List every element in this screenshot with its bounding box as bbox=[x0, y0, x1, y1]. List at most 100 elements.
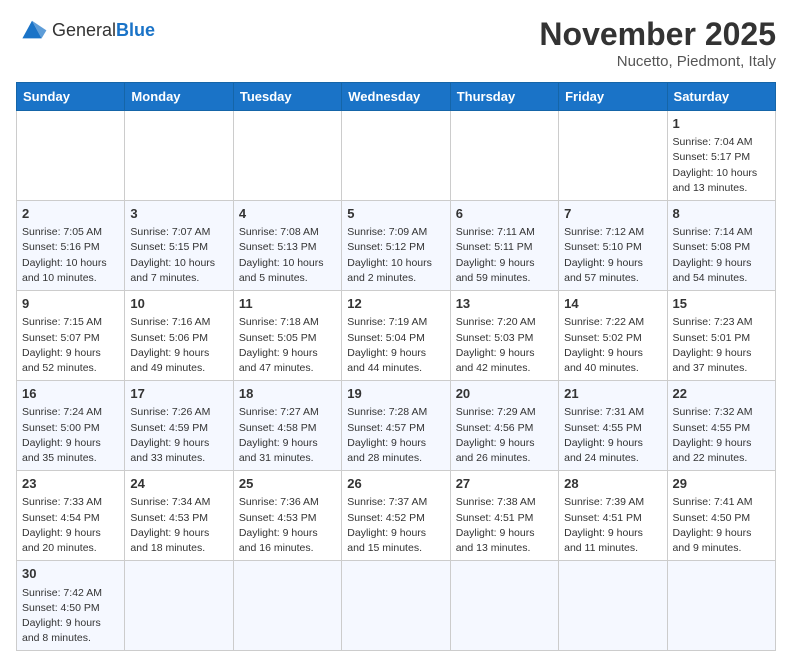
day-info: Sunrise: 7:09 AMSunset: 5:12 PMDaylight:… bbox=[347, 225, 444, 286]
day-info: Sunrise: 7:05 AMSunset: 5:16 PMDaylight:… bbox=[22, 225, 119, 286]
calendar-cell bbox=[17, 111, 125, 201]
day-number: 9 bbox=[22, 295, 119, 313]
weekday-header-wednesday: Wednesday bbox=[342, 83, 450, 111]
calendar-cell: 24Sunrise: 7:34 AMSunset: 4:53 PMDayligh… bbox=[125, 471, 233, 561]
day-number: 28 bbox=[564, 475, 661, 493]
weekday-header-monday: Monday bbox=[125, 83, 233, 111]
calendar-cell: 21 Sunrise: 7:31 AMSunset: 4:55 PMDayligh… bbox=[559, 381, 667, 471]
day-info: Sunrise: 7:27 AMSunset: 4:58 PMDaylight:… bbox=[239, 405, 336, 466]
calendar-cell bbox=[559, 111, 667, 201]
month-title: November 2025 bbox=[539, 16, 776, 53]
day-number: 21 bbox=[564, 385, 661, 403]
weekday-header-sunday: Sunday bbox=[17, 83, 125, 111]
calendar-cell: 7 Sunrise: 7:12 AMSunset: 5:10 PMDaylight… bbox=[559, 201, 667, 291]
day-info: Sunrise: 7:26 AMSunset: 4:59 PMDaylight:… bbox=[130, 405, 227, 466]
day-info: Sunrise: 7:04 AMSunset: 5:17 PMDaylight:… bbox=[673, 135, 770, 196]
day-number: 26 bbox=[347, 475, 444, 493]
calendar-cell: 11Sunrise: 7:18 AMSunset: 5:05 PMDayligh… bbox=[233, 291, 341, 381]
calendar-cell: 27 Sunrise: 7:38 AMSunset: 4:51 PMDayligh… bbox=[450, 471, 558, 561]
calendar-cell: 9 Sunrise: 7:15 AMSunset: 5:07 PMDaylight… bbox=[17, 291, 125, 381]
day-info: Sunrise: 7:14 AMSunset: 5:08 PMDaylight:… bbox=[673, 225, 770, 286]
week-row-2: 9 Sunrise: 7:15 AMSunset: 5:07 PMDaylight… bbox=[17, 291, 776, 381]
day-number: 25 bbox=[239, 475, 336, 493]
day-info: Sunrise: 7:12 AMSunset: 5:10 PMDaylight:… bbox=[564, 225, 661, 286]
weekday-header-friday: Friday bbox=[559, 83, 667, 111]
calendar-cell: 8 Sunrise: 7:14 AMSunset: 5:08 PMDaylight… bbox=[667, 201, 775, 291]
weekday-header-row: SundayMondayTuesdayWednesdayThursdayFrid… bbox=[17, 83, 776, 111]
calendar-cell: 26 Sunrise: 7:37 AMSunset: 4:52 PMDayligh… bbox=[342, 471, 450, 561]
title-block: November 2025 Nucetto, Piedmont, Italy bbox=[539, 16, 776, 70]
calendar-cell bbox=[342, 111, 450, 201]
week-row-0: 1 Sunrise: 7:04 AMSunset: 5:17 PMDaylight… bbox=[17, 111, 776, 201]
calendar-cell: 20Sunrise: 7:29 AMSunset: 4:56 PMDayligh… bbox=[450, 381, 558, 471]
day-number: 18 bbox=[239, 385, 336, 403]
day-info: Sunrise: 7:37 AMSunset: 4:52 PMDaylight:… bbox=[347, 495, 444, 556]
calendar-cell bbox=[667, 561, 775, 651]
day-number: 7 bbox=[564, 205, 661, 223]
day-number: 3 bbox=[130, 205, 227, 223]
logo-text: GeneralBlue bbox=[52, 20, 155, 41]
calendar-cell: 13Sunrise: 7:20 AMSunset: 5:03 PMDayligh… bbox=[450, 291, 558, 381]
calendar-cell: 6 Sunrise: 7:11 AMSunset: 5:11 PMDaylight… bbox=[450, 201, 558, 291]
week-row-1: 2 Sunrise: 7:05 AMSunset: 5:16 PMDaylight… bbox=[17, 201, 776, 291]
day-info: Sunrise: 7:16 AMSunset: 5:06 PMDaylight:… bbox=[130, 315, 227, 376]
day-number: 16 bbox=[22, 385, 119, 403]
day-number: 15 bbox=[673, 295, 770, 313]
calendar-cell: 25Sunrise: 7:36 AMSunset: 4:53 PMDayligh… bbox=[233, 471, 341, 561]
day-info: Sunrise: 7:24 AMSunset: 5:00 PMDaylight:… bbox=[22, 405, 119, 466]
day-number: 24 bbox=[130, 475, 227, 493]
calendar-cell bbox=[233, 561, 341, 651]
day-info: Sunrise: 7:08 AMSunset: 5:13 PMDaylight:… bbox=[239, 225, 336, 286]
day-number: 19 bbox=[347, 385, 444, 403]
day-number: 30 bbox=[22, 565, 119, 583]
calendar-cell: 10 Sunrise: 7:16 AMSunset: 5:06 PMDayligh… bbox=[125, 291, 233, 381]
day-info: Sunrise: 7:39 AMSunset: 4:51 PMDaylight:… bbox=[564, 495, 661, 556]
calendar-table: SundayMondayTuesdayWednesdayThursdayFrid… bbox=[16, 82, 776, 651]
day-info: Sunrise: 7:38 AMSunset: 4:51 PMDaylight:… bbox=[456, 495, 553, 556]
calendar-cell: 15 Sunrise: 7:23 AMSunset: 5:01 PMDayligh… bbox=[667, 291, 775, 381]
week-row-3: 16 Sunrise: 7:24 AMSunset: 5:00 PMDayligh… bbox=[17, 381, 776, 471]
calendar-cell bbox=[342, 561, 450, 651]
day-number: 22 bbox=[673, 385, 770, 403]
day-info: Sunrise: 7:19 AMSunset: 5:04 PMDaylight:… bbox=[347, 315, 444, 376]
calendar-cell: 18 Sunrise: 7:27 AMSunset: 4:58 PMDayligh… bbox=[233, 381, 341, 471]
day-number: 5 bbox=[347, 205, 444, 223]
calendar-cell: 12 Sunrise: 7:19 AMSunset: 5:04 PMDayligh… bbox=[342, 291, 450, 381]
day-number: 12 bbox=[347, 295, 444, 313]
day-number: 1 bbox=[673, 115, 770, 133]
day-number: 27 bbox=[456, 475, 553, 493]
day-number: 4 bbox=[239, 205, 336, 223]
day-info: Sunrise: 7:28 AMSunset: 4:57 PMDaylight:… bbox=[347, 405, 444, 466]
day-number: 8 bbox=[673, 205, 770, 223]
calendar-cell: 16 Sunrise: 7:24 AMSunset: 5:00 PMDayligh… bbox=[17, 381, 125, 471]
day-number: 23 bbox=[22, 475, 119, 493]
day-info: Sunrise: 7:29 AMSunset: 4:56 PMDaylight:… bbox=[456, 405, 553, 466]
day-number: 17 bbox=[130, 385, 227, 403]
day-info: Sunrise: 7:23 AMSunset: 5:01 PMDaylight:… bbox=[673, 315, 770, 376]
calendar-cell bbox=[450, 111, 558, 201]
logo: GeneralBlue bbox=[16, 16, 155, 44]
day-info: Sunrise: 7:11 AMSunset: 5:11 PMDaylight:… bbox=[456, 225, 553, 286]
day-info: Sunrise: 7:15 AMSunset: 5:07 PMDaylight:… bbox=[22, 315, 119, 376]
calendar-cell: 4 Sunrise: 7:08 AMSunset: 5:13 PMDaylight… bbox=[233, 201, 341, 291]
calendar-cell: 23Sunrise: 7:33 AMSunset: 4:54 PMDayligh… bbox=[17, 471, 125, 561]
day-number: 10 bbox=[130, 295, 227, 313]
calendar-cell: 17 Sunrise: 7:26 AMSunset: 4:59 PMDayligh… bbox=[125, 381, 233, 471]
week-row-5: 30Sunrise: 7:42 AMSunset: 4:50 PMDayligh… bbox=[17, 561, 776, 651]
calendar-cell: 22Sunrise: 7:32 AMSunset: 4:55 PMDayligh… bbox=[667, 381, 775, 471]
logo-icon bbox=[16, 16, 48, 44]
day-number: 6 bbox=[456, 205, 553, 223]
location: Nucetto, Piedmont, Italy bbox=[539, 53, 776, 70]
calendar-cell: 28 Sunrise: 7:39 AMSunset: 4:51 PMDayligh… bbox=[559, 471, 667, 561]
calendar-cell bbox=[125, 111, 233, 201]
day-number: 29 bbox=[673, 475, 770, 493]
calendar-cell bbox=[559, 561, 667, 651]
calendar-cell: 30Sunrise: 7:42 AMSunset: 4:50 PMDayligh… bbox=[17, 561, 125, 651]
day-number: 2 bbox=[22, 205, 119, 223]
calendar-cell bbox=[233, 111, 341, 201]
day-info: Sunrise: 7:31 AMSunset: 4:55 PMDaylight:… bbox=[564, 405, 661, 466]
page-header: GeneralBlue November 2025 Nucetto, Piedm… bbox=[16, 16, 776, 70]
day-number: 11 bbox=[239, 295, 336, 313]
week-row-4: 23Sunrise: 7:33 AMSunset: 4:54 PMDayligh… bbox=[17, 471, 776, 561]
calendar-cell: 19 Sunrise: 7:28 AMSunset: 4:57 PMDayligh… bbox=[342, 381, 450, 471]
